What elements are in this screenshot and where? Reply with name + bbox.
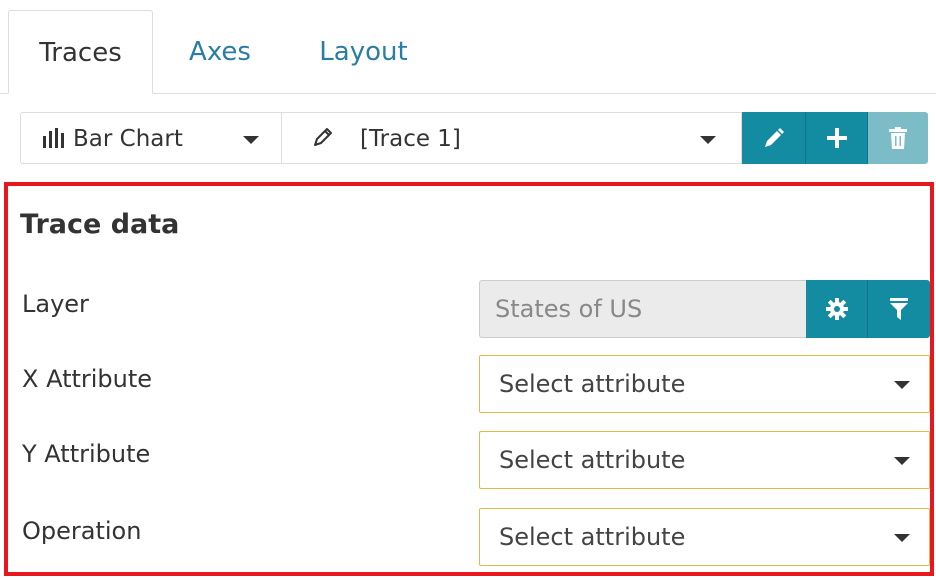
layer-settings-button[interactable] [806,280,868,338]
chevron-down-icon [243,136,259,144]
tab-axes[interactable]: Axes [170,10,270,94]
chevron-down-icon [700,136,716,144]
add-trace-button[interactable] [806,112,868,164]
operation-label: Operation [22,517,142,545]
y-attribute-label: Y Attribute [22,440,151,468]
layer-filter-button[interactable] [868,280,930,338]
filter-icon [890,298,908,320]
tab-layout[interactable]: Layout [296,10,431,94]
trace-select[interactable]: [Trace 1] [282,112,742,164]
chart-type-label: Bar Chart [73,126,183,152]
chevron-down-icon [894,457,910,465]
y-attribute-select[interactable]: Select attribute [479,431,930,489]
trace-toolbar: Bar Chart [Trace 1] [0,94,936,184]
trace-data-title: Trace data [20,209,180,240]
edit-trace-button[interactable] [742,112,806,164]
x-attribute-value: Select attribute [499,370,686,398]
trace-label: [Trace 1] [360,126,461,152]
pencil-icon [764,128,784,147]
x-attribute-select[interactable]: Select attribute [479,355,930,413]
delete-trace-button[interactable] [868,112,928,164]
tab-bar: Traces Axes Layout [0,0,936,94]
chevron-down-icon [894,534,910,542]
layer-label: Layer [22,290,89,318]
chevron-down-icon [894,381,910,389]
operation-value: Select attribute [499,523,686,551]
gear-icon [825,298,848,320]
pencil-icon [314,128,332,146]
chart-type-select[interactable]: Bar Chart [20,112,282,164]
tab-traces[interactable]: Traces [8,10,153,94]
bar-chart-icon [43,128,64,148]
trash-icon [889,127,907,149]
plus-icon [826,128,847,148]
y-attribute-value: Select attribute [499,446,686,474]
x-attribute-label: X Attribute [22,365,153,393]
operation-select[interactable]: Select attribute [479,508,930,566]
layer-field[interactable]: States of US [479,280,806,338]
